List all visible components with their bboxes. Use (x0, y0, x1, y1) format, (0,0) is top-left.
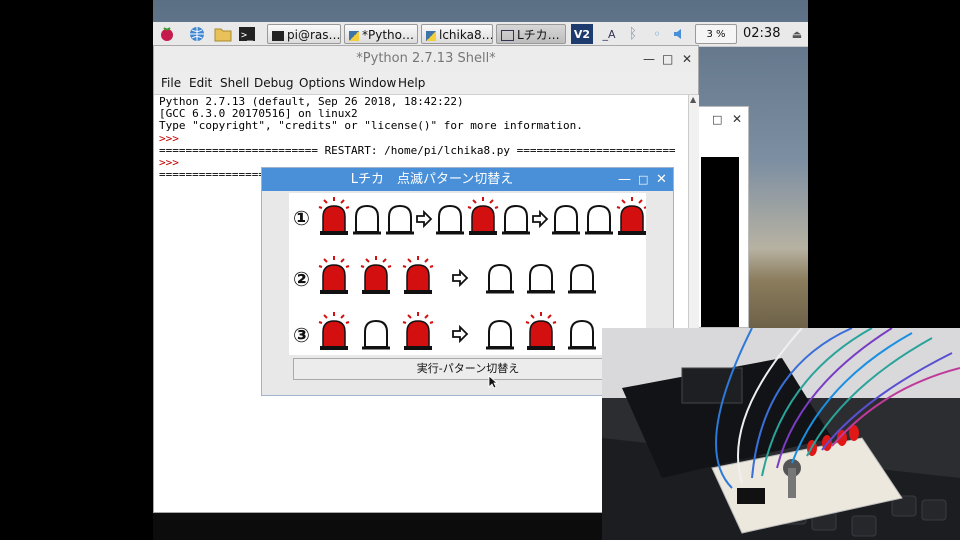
arrow-right-icon (452, 324, 469, 344)
arrow-right-icon (532, 209, 549, 229)
lamp-on-icon (318, 312, 350, 350)
lamp-off-icon (386, 204, 414, 235)
raspberry-icon[interactable] (157, 24, 177, 44)
terminal-icon[interactable]: >_ (237, 24, 257, 44)
lamp-diagram (318, 197, 646, 350)
bluetooth-icon[interactable]: ᛒ (623, 24, 643, 44)
folder-icon[interactable] (213, 24, 233, 44)
window-title: *Python 2.7.13 Shell* (154, 46, 698, 72)
menu-options[interactable]: Options (299, 72, 345, 94)
taskbar-button-label: lchika8… (439, 28, 493, 42)
menu-edit[interactable]: Edit (189, 72, 212, 94)
terminal-icon (272, 30, 284, 41)
vnc-icon[interactable]: V2 (571, 24, 593, 44)
lamp-off-icon (552, 204, 580, 235)
lamp-off-icon (486, 263, 514, 294)
arrow-right-icon (416, 209, 433, 229)
background-window[interactable]: □ ✕ (697, 106, 749, 328)
taskbar-button-python-shell[interactable]: *Pytho… (344, 24, 418, 44)
python-icon (349, 30, 359, 41)
menu-debug[interactable]: Debug (254, 72, 293, 94)
wifi-icon[interactable]: ◦ (647, 24, 667, 44)
lamp-off-icon (436, 204, 464, 235)
cpu-monitor: 3 % (695, 24, 737, 44)
taskbar-button-terminal[interactable]: pi@ras… (267, 24, 341, 44)
window-icon (501, 30, 514, 41)
lamp-on-icon (616, 197, 646, 235)
lamp-off-icon (527, 263, 555, 294)
dialog-titlebar: Lチカ 点滅パターン切替え — □ ✕ (262, 168, 673, 191)
taskbar-button-label: pi@ras… (287, 28, 341, 42)
lamp-on-icon (467, 197, 499, 235)
eject-icon[interactable]: ⏏ (787, 24, 807, 44)
clock: 02:38 (743, 26, 781, 41)
taskbar-button-label: Lチカ… (517, 28, 560, 42)
globe-icon[interactable] (187, 24, 207, 44)
lamp-off-icon (486, 319, 514, 350)
lamp-on-icon (402, 312, 434, 350)
lamp-off-icon (568, 319, 596, 350)
menu-window[interactable]: Window (349, 72, 396, 94)
taskbar-button-editor[interactable]: lchika8… (421, 24, 493, 44)
shell-line: ======================== RESTART: /home/… (159, 143, 676, 157)
pattern-canvas: ① ② ③ (289, 193, 646, 355)
close-icon[interactable]: ✕ (682, 46, 692, 72)
menu-help[interactable]: Help (398, 72, 425, 94)
lamp-off-icon (362, 319, 390, 350)
lamp-off-icon (585, 204, 613, 235)
shell-prompt: >>> (159, 131, 179, 145)
menu-file[interactable]: File (161, 72, 181, 94)
lamp-on-icon (402, 256, 434, 294)
svg-text:>_: >_ (241, 30, 254, 41)
taskbar: >_ pi@ras… *Pytho… lchika8… Lチカ… V2 _A ᛒ… (153, 22, 808, 47)
taskbar-button-lchika[interactable]: Lチカ… (496, 24, 566, 44)
close-icon[interactable]: ✕ (732, 112, 742, 126)
close-icon[interactable]: ✕ (656, 168, 667, 191)
maximize-icon[interactable]: □ (638, 168, 648, 191)
run-pattern-switch-button[interactable]: 実行-パターン切替え (293, 358, 643, 380)
mouse-cursor-icon (488, 374, 499, 393)
lamp-off-icon (502, 204, 530, 235)
lamp-on-icon (360, 256, 392, 294)
camera-photo (602, 328, 960, 540)
shell-line: Type "copyright", "credits" or "license(… (159, 119, 583, 133)
arrow-right-icon (452, 268, 469, 288)
minimize-icon[interactable]: — (618, 168, 631, 191)
lamp-on-icon (318, 256, 350, 294)
taskbar-button-label: *Pytho… (362, 28, 414, 42)
menu-bar: File Edit Shell Debug Options Window Hel… (154, 72, 698, 95)
window-content (701, 157, 739, 327)
keyboard-layout-icon[interactable]: _A (599, 24, 619, 44)
python-icon (426, 30, 436, 41)
menu-shell[interactable]: Shell (220, 72, 249, 94)
maximize-icon[interactable]: □ (712, 113, 722, 126)
lamp-on-icon (525, 312, 557, 350)
cpu-usage: 3 % (706, 29, 726, 40)
minimize-icon[interactable]: — (643, 46, 655, 72)
lamp-on-icon (318, 197, 350, 235)
lamp-off-icon (568, 263, 596, 294)
volume-icon[interactable] (669, 24, 689, 44)
lamp-off-icon (353, 204, 381, 235)
dialog-title: Lチカ 点滅パターン切替え (350, 172, 514, 187)
scroll-up-icon[interactable]: ▲ (690, 95, 696, 104)
maximize-icon[interactable]: □ (662, 46, 673, 72)
